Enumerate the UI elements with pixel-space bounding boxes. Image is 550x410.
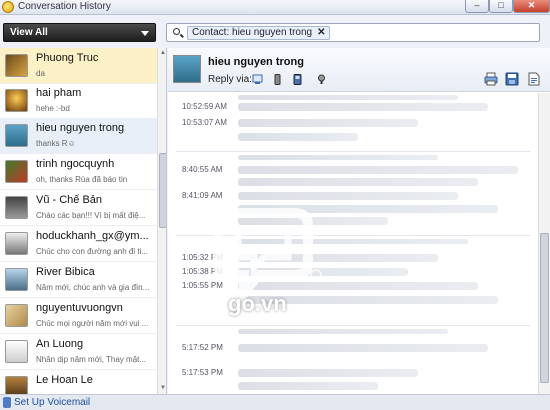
message-timestamp: 8:41:09 AM	[182, 191, 223, 200]
contact-item[interactable]: trinh ngocquynh oh, thanks Rùa đã báo ti…	[0, 154, 157, 190]
title-bar: Conversation History – □ ✕	[0, 0, 550, 15]
blurred-message	[238, 155, 438, 160]
blurred-message	[238, 95, 458, 100]
contact-item[interactable]: hai pham hehe :-bd	[0, 83, 157, 119]
contact-item[interactable]: hieu nguyen trong thanks R☺	[0, 118, 157, 154]
sms-icon[interactable]	[292, 74, 303, 85]
contact-status: Năm mới, chúc anh và gia đìn...	[36, 283, 150, 292]
contact-item[interactable]: Le Hoan Le	[0, 370, 157, 394]
blurred-message	[238, 329, 448, 334]
contact-item[interactable]: Phuong Truc da	[0, 48, 157, 84]
set-up-voicemail-link[interactable]: Set Up Voicemail	[14, 397, 90, 408]
avatar	[5, 340, 28, 363]
avatar	[5, 196, 28, 219]
view-filter-label: View All	[10, 27, 48, 38]
avatar	[5, 304, 28, 327]
contact-list-scrollbar[interactable]: ▲ ▼	[157, 48, 166, 394]
minimize-button[interactable]: –	[465, 0, 489, 13]
avatar	[5, 124, 28, 147]
save-icon[interactable]	[505, 72, 519, 86]
avatar	[173, 55, 201, 83]
contact-name: Vũ - Chế Bản	[36, 194, 103, 206]
avatar	[5, 376, 28, 394]
contact-name: hieu nguyen trong	[36, 122, 125, 134]
search-input[interactable]: Contact: hieu nguyen trong ✕	[166, 23, 540, 42]
blurred-message	[238, 382, 378, 390]
remove-filter-icon[interactable]: ✕	[317, 27, 325, 38]
contact-name: hai pham	[36, 87, 82, 99]
contact-item[interactable]: Vũ - Chế Bản Chào các bạn!!! Vì bị mất đ…	[0, 190, 157, 226]
window-title: Conversation History	[18, 1, 111, 12]
reply-via-label: Reply via:	[208, 74, 252, 85]
avatar	[5, 89, 28, 112]
contact-item[interactable]: hoduckhanh_gx@ym... Chúc cho con đường a…	[0, 226, 157, 262]
message-timestamp: 5:17:53 PM	[182, 368, 223, 377]
contact-name: hoduckhanh_gx@ym...	[36, 230, 149, 242]
conversation-contact-name: hieu nguyen trong	[208, 56, 304, 68]
status-bar: Set Up Voicemail	[0, 394, 550, 410]
blurred-message	[238, 192, 458, 200]
conversation-header: hieu nguyen trong Reply via:	[168, 48, 550, 92]
blurred-message	[238, 133, 358, 141]
scroll-up-icon[interactable]: ▲	[159, 49, 166, 57]
blurred-message	[238, 344, 488, 352]
contact-item[interactable]: nguyentuvuongvn Chúc mọi người năm mới v…	[0, 298, 157, 334]
watermark-text: go.vn	[228, 291, 287, 316]
view-filter-dropdown[interactable]: View All	[3, 23, 156, 42]
blurred-message	[238, 178, 478, 186]
scroll-thumb[interactable]	[540, 233, 549, 383]
contact-name: Le Hoan Le	[36, 374, 93, 386]
message-scrollbar[interactable]	[538, 93, 550, 394]
scroll-thumb[interactable]	[159, 153, 166, 228]
message-timestamp: 10:53:07 AM	[182, 118, 227, 127]
contact-status: Chúc mọi người năm mới vui ...	[36, 319, 149, 328]
contact-status: thanks R☺	[36, 139, 76, 148]
blurred-message	[238, 166, 518, 174]
session-divider	[176, 325, 530, 326]
scroll-down-icon[interactable]: ▼	[159, 384, 166, 392]
blurred-message	[238, 369, 418, 377]
avatar	[5, 232, 28, 255]
im-icon[interactable]	[252, 74, 263, 85]
contact-status: da	[36, 69, 45, 78]
contact-item[interactable]: An Luong Nhân dịp năm mới, Thay mặt...	[0, 334, 157, 370]
contact-list: Phuong Truc da hai pham hehe :-bd hieu n…	[0, 48, 167, 394]
message-timestamp: 8:40:55 AM	[182, 165, 223, 174]
contact-status: Chúc cho con đường anh đi ti...	[36, 247, 148, 256]
contact-status: Chào các bạn!!! Vì bị mất điệ...	[36, 211, 146, 220]
chevron-down-icon	[141, 31, 149, 36]
print-icon[interactable]	[484, 72, 498, 86]
avatar	[5, 160, 28, 183]
contact-filter-chip[interactable]: Contact: hieu nguyen trong ✕	[187, 26, 331, 40]
contact-status: Nhân dịp năm mới, Thay mặt...	[36, 355, 147, 364]
contact-name: nguyentuvuongvn	[36, 302, 123, 314]
avatar	[5, 268, 28, 291]
blurred-message	[238, 119, 418, 127]
maximize-button[interactable]: □	[489, 0, 513, 13]
app-icon	[2, 1, 14, 13]
close-button[interactable]: ✕	[513, 0, 550, 13]
search-icon	[173, 28, 180, 35]
contact-name: trinh ngocquynh	[36, 158, 115, 170]
export-icon[interactable]	[527, 72, 541, 86]
message-timestamp: 10:52:59 AM	[182, 102, 227, 111]
avatar	[5, 54, 28, 77]
contact-filter-label: Contact: hieu nguyen trong	[192, 27, 313, 38]
contact-item[interactable]: River Bibica Năm mới, chúc anh và gia đì…	[0, 262, 157, 298]
blurred-message	[238, 103, 488, 111]
message-timestamp: 5:17:52 PM	[182, 343, 223, 352]
contact-name: Phuong Truc	[36, 52, 99, 64]
contact-name: An Luong	[36, 338, 84, 350]
contact-status: oh, thanks Rùa đã báo tin	[36, 175, 128, 184]
contact-name: River Bibica	[36, 266, 95, 278]
session-divider	[176, 151, 530, 152]
call-icon[interactable]	[316, 74, 327, 85]
mobile-icon[interactable]	[272, 74, 283, 85]
voicemail-icon	[3, 397, 11, 408]
contact-status: hehe :-bd	[36, 104, 70, 113]
